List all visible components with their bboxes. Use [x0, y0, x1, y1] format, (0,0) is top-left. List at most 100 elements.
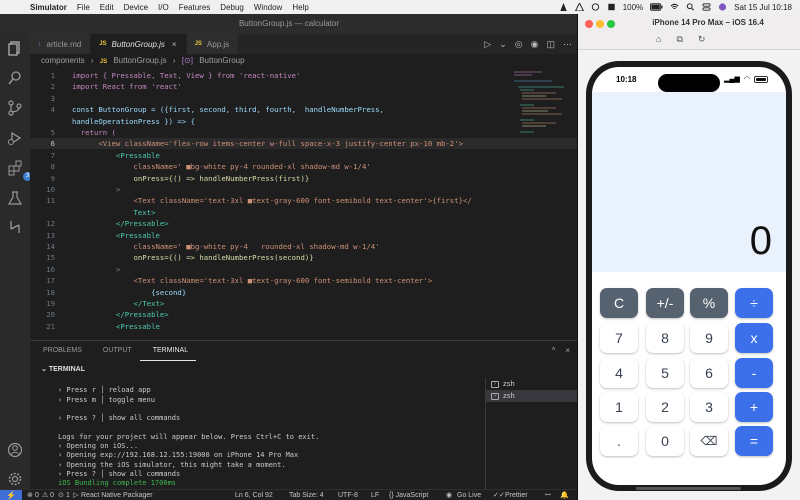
wifi-icon[interactable]	[670, 3, 679, 11]
broadcast-icon[interactable]: ꟷ	[545, 490, 551, 500]
tab-problems[interactable]: PROBLEMS	[30, 341, 90, 361]
split-editor-icon[interactable]: ◫	[546, 39, 555, 50]
more-actions-icon[interactable]: ⋯	[563, 39, 572, 50]
encoding[interactable]: UTF-8	[338, 490, 358, 500]
run-icon[interactable]: ▷	[484, 39, 491, 50]
tab-buttongroup-js[interactable]: JS ButtonGroup.js ×	[91, 34, 187, 54]
terminal-item-zsh[interactable]: › zsh	[486, 390, 577, 402]
code-line[interactable]: 20 </Pressable>	[30, 309, 577, 320]
subtract-button[interactable]: -	[735, 358, 773, 388]
close-window-button[interactable]	[585, 20, 593, 28]
divide-button[interactable]: ÷	[735, 288, 773, 318]
home-icon[interactable]: ⌂	[656, 34, 661, 45]
tab-terminal[interactable]: TERMINAL	[139, 341, 197, 361]
code-line[interactable]: 21 <Pressable	[30, 321, 577, 332]
terminal-header[interactable]: ⌄ TERMINAL	[41, 365, 85, 373]
code-line[interactable]: 14 className=' ■bg-white py-4 rounded-xl…	[30, 241, 577, 252]
digit-0-button[interactable]: 0	[646, 426, 684, 456]
code-line[interactable]: 19 </Text>	[30, 298, 577, 309]
chevron-down-icon[interactable]: ⌄	[499, 39, 507, 50]
errors-icon[interactable]: ⊗	[27, 490, 33, 500]
code-line[interactable]: 1 import { Pressable, Text, View } from '…	[30, 70, 577, 81]
packager-status[interactable]: React Native Packager	[81, 490, 153, 500]
rotate-icon[interactable]: ↻	[698, 34, 706, 45]
code-line[interactable]: 5 return (	[30, 127, 577, 138]
run-debug-icon[interactable]	[7, 130, 23, 146]
tab-size[interactable]: Tab Size: 4	[289, 490, 324, 500]
equals-button[interactable]: =	[735, 426, 773, 456]
menu-app-name[interactable]: Simulator	[30, 3, 67, 12]
digit-7-button[interactable]: 7	[600, 323, 638, 353]
warnings-count[interactable]: 0	[50, 490, 54, 500]
menu-debug[interactable]: Debug	[220, 3, 244, 12]
digit-4-button[interactable]: 4	[600, 358, 638, 388]
menu-file[interactable]: File	[77, 3, 90, 12]
tab-output[interactable]: OUTPUT	[90, 341, 140, 361]
warnings-icon[interactable]: ⚠	[42, 490, 48, 500]
code-line[interactable]: 2 import React from 'react'	[30, 81, 577, 92]
control-center-icon[interactable]	[702, 3, 711, 11]
code-line[interactable]: 11 <Text className='text-3xl ■text-gray-…	[30, 195, 577, 206]
breadcrumb-symbol[interactable]: ButtonGroup	[199, 56, 244, 65]
screenshot-icon[interactable]: ⧉	[676, 34, 682, 45]
extensions-icon[interactable]: 3	[7, 160, 32, 181]
percent-button[interactable]: %	[690, 288, 728, 318]
digit-3-button[interactable]: 3	[690, 392, 728, 422]
bell-icon[interactable]: 🔔	[560, 490, 569, 500]
minimize-window-button[interactable]	[596, 20, 604, 28]
account-icon[interactable]	[7, 442, 23, 458]
code-line[interactable]: handleOperationPress }) => {	[30, 116, 577, 127]
code-editor[interactable]: 1 import { Pressable, Text, View } from '…	[30, 68, 577, 340]
terminal-item-zsh[interactable]: › zsh	[486, 378, 577, 390]
code-line[interactable]: 4 const ButtonGroup = ({first, second, th…	[30, 104, 577, 115]
explorer-icon[interactable]	[7, 40, 23, 56]
code-line[interactable]: 17 <Text className='text-3xl ■text-gray-…	[30, 275, 577, 286]
menu-extra-icon[interactable]	[591, 3, 600, 11]
code-line[interactable]: 12 </Pressable>	[30, 218, 577, 229]
add-button[interactable]: +	[735, 392, 773, 422]
chevron-up-icon[interactable]: ^	[552, 341, 556, 361]
minimap[interactable]	[512, 68, 572, 148]
digit-6-button[interactable]: 6	[690, 358, 728, 388]
breadcrumb-folder[interactable]: components	[41, 56, 85, 65]
digit-9-button[interactable]: 9	[690, 323, 728, 353]
menu-help[interactable]: Help	[292, 3, 308, 12]
code-line[interactable]: 18 {second}	[30, 287, 577, 298]
go-live[interactable]: Go Live	[457, 490, 481, 500]
siri-icon[interactable]	[718, 3, 727, 11]
code-line[interactable]: 7 <Pressable	[30, 150, 577, 161]
prettier[interactable]: Prettier	[505, 490, 528, 500]
close-tab-icon[interactable]: ×	[172, 40, 177, 49]
live-share-icon[interactable]: ◉	[531, 39, 539, 50]
settings-gear-icon[interactable]	[7, 471, 23, 487]
digit-1-button[interactable]: 1	[600, 392, 638, 422]
code-line[interactable]: 16 >	[30, 264, 577, 275]
code-line[interactable]: 9 onPress={() => handleNumberPress(first…	[30, 173, 577, 184]
testing-icon[interactable]	[7, 190, 23, 206]
home-indicator[interactable]	[636, 487, 741, 490]
language-mode[interactable]: {} JavaScript	[389, 490, 428, 500]
tab-article-md[interactable]: ↓ article.md	[30, 34, 92, 54]
code-line[interactable]: 6 <View className='flex-row items-center…	[30, 138, 577, 150]
menu-device[interactable]: Device	[124, 3, 148, 12]
digit-2-button[interactable]: 2	[646, 392, 684, 422]
errors-count[interactable]: 0	[35, 490, 39, 500]
menu-edit[interactable]: Edit	[100, 3, 114, 12]
backspace-button[interactable]: ⌫	[690, 426, 728, 456]
ports-count[interactable]: 1	[66, 490, 70, 500]
close-panel-icon[interactable]: ×	[565, 341, 570, 361]
source-control-icon[interactable]	[7, 100, 23, 116]
search-icon[interactable]	[686, 3, 695, 11]
menubar-clock[interactable]: Sat 15 Jul 10:18	[734, 3, 792, 12]
remote-explorer-icon[interactable]	[7, 219, 23, 235]
ports-icon[interactable]: ⊙	[58, 490, 64, 500]
code-line[interactable]: 13 <Pressable	[30, 230, 577, 241]
code-line[interactable]: 8 className=' ■bg-white py-4 rounded-xl …	[30, 161, 577, 172]
battery-icon[interactable]	[650, 3, 663, 11]
vlc-cone-icon[interactable]	[559, 3, 568, 11]
code-line[interactable]: 15 onPress={() => handleNumberPress(seco…	[30, 252, 577, 263]
decimal-button[interactable]: .	[600, 426, 638, 456]
compare-icon[interactable]: ◎	[515, 39, 523, 50]
code-line[interactable]: 10 >	[30, 184, 577, 195]
sign-toggle-button[interactable]: +/-	[646, 288, 684, 318]
